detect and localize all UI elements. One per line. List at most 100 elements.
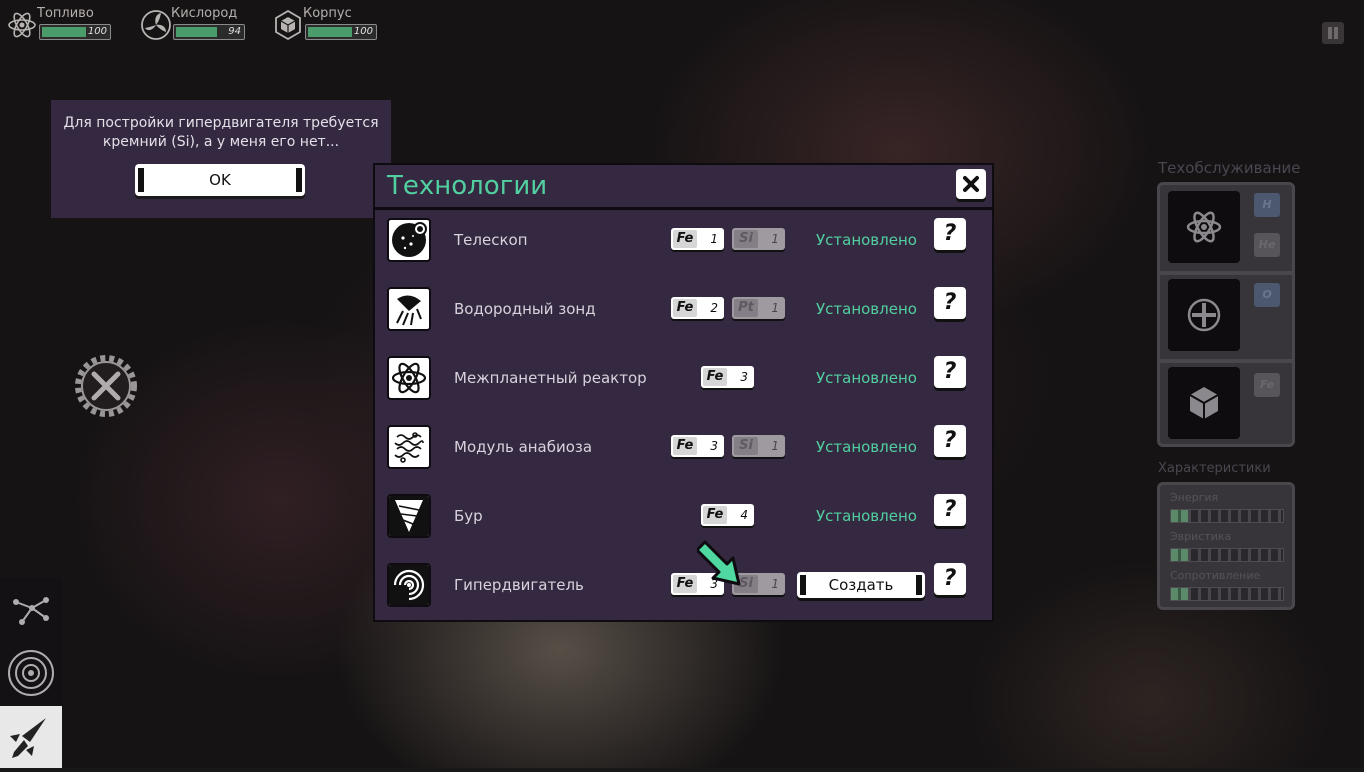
resource-symbol: Fe: [673, 437, 697, 455]
resource-symbol: Si: [734, 230, 758, 248]
fuel-stat: Топливо 100: [6, 6, 116, 42]
oxygen-bar: 94: [173, 24, 245, 40]
resource-symbol: Pt: [734, 299, 758, 317]
resource-amount: 1: [771, 439, 779, 453]
resistance-meter: [1170, 587, 1284, 601]
stasis-icon: [387, 425, 431, 469]
help-button[interactable]: ?: [934, 494, 966, 526]
resource-amount: 3: [710, 439, 718, 453]
tools-gear-icon[interactable]: [72, 352, 140, 420]
energy-meter: [1170, 509, 1284, 523]
message-text: Для постройки гипердвигателя требуется к…: [63, 115, 379, 150]
tech-name: Межпланетный реактор: [454, 369, 647, 387]
resource-amount: 1: [710, 232, 718, 246]
helium-chip: He: [1254, 233, 1280, 257]
fuel-value: 100: [87, 26, 107, 37]
telescope-icon: [387, 218, 431, 262]
create-label: Создать: [828, 576, 894, 594]
resource-cost-si: Si 1: [732, 435, 785, 457]
iron-chip: Fe: [1254, 373, 1280, 397]
resource-symbol: Fe: [673, 230, 697, 248]
fan-icon: [141, 10, 171, 40]
energy-label: Энергия: [1170, 491, 1219, 504]
hull-slot[interactable]: [1168, 367, 1240, 439]
characteristics-title: Характеристики: [1158, 461, 1271, 476]
resource-cost-fe: Fe 3: [671, 435, 724, 457]
fan-slot[interactable]: [1168, 279, 1240, 351]
tech-name: Бур: [454, 507, 483, 525]
ok-button[interactable]: OK: [135, 164, 305, 196]
resource-cost-fe: Fe 2: [671, 297, 724, 319]
help-button[interactable]: ?: [934, 425, 966, 457]
resource-symbol: Fe: [703, 368, 727, 386]
maintenance-title: Техобслуживание: [1158, 159, 1301, 177]
hyperdrive-icon: [387, 563, 431, 607]
tech-row: Бур Fe 4 Установлено?: [375, 494, 992, 554]
atom-slot[interactable]: [1168, 191, 1240, 263]
create-button[interactable]: Создать: [797, 572, 925, 598]
pointer-arrow-icon: [697, 540, 741, 586]
ok-label: OK: [209, 171, 231, 189]
close-button[interactable]: [956, 169, 986, 199]
fan-icon: [1187, 298, 1221, 332]
pause-button[interactable]: [1322, 22, 1344, 44]
panel-title: Технологии: [387, 171, 548, 201]
tech-row: Межпланетный реактор Fe 3 Установлено?: [375, 356, 992, 416]
resource-symbol: Fe: [673, 299, 697, 317]
tech-name: Гипердвигатель: [454, 576, 584, 594]
tech-name: Телескоп: [454, 231, 528, 249]
resource-symbol: Si: [734, 437, 758, 455]
star-map-button[interactable]: [0, 578, 62, 640]
install-status: Установлено: [816, 438, 917, 456]
oxygen-label: Кислород: [171, 6, 238, 21]
pause-icon: [1328, 27, 1332, 39]
help-button[interactable]: ?: [934, 287, 966, 319]
tech-row: Телескоп Fe 1 Si 1 Установлено?: [375, 218, 992, 278]
rocket-icon: [10, 718, 46, 758]
orbit-button[interactable]: [0, 642, 62, 704]
install-status: Установлено: [816, 369, 917, 387]
hull-label: Корпус: [303, 6, 352, 21]
heuristics-label: Эвристика: [1170, 530, 1232, 543]
resource-amount: 1: [771, 577, 779, 591]
technologies-panel: Технологии Телескоп Fe 1 Si 1 Установлено? Вод…: [373, 163, 994, 622]
resource-cost-fe: Fe 3: [701, 366, 754, 388]
characteristics-panel: Энергия Эвристика Сопротивление: [1157, 482, 1295, 610]
heuristics-meter: [1170, 548, 1284, 562]
resource-symbol: Fe: [673, 575, 697, 593]
resource-cost-fe: Fe 4: [701, 504, 754, 526]
resource-amount: 2: [710, 301, 718, 315]
drill-icon: [387, 494, 431, 538]
tech-name: Модуль анабиоза: [454, 438, 593, 456]
resource-cost-pt: Pt 1: [732, 297, 785, 319]
install-status: Установлено: [816, 507, 917, 525]
close-icon: [963, 176, 979, 192]
star-map-icon: [13, 597, 49, 625]
rocket-button[interactable]: [0, 706, 62, 768]
hexagon-cube-icon: [1189, 387, 1219, 419]
fuel-label: Топливо: [37, 6, 94, 21]
resource-amount: 1: [771, 232, 779, 246]
help-button[interactable]: ?: [934, 356, 966, 388]
maintenance-panel: H He O Fe: [1157, 182, 1295, 447]
orbit-icon: [8, 650, 54, 696]
hull-stat: Корпус 100: [272, 6, 382, 42]
hull-bar: 100: [305, 24, 377, 40]
fuel-bar: 100: [39, 24, 111, 40]
help-button[interactable]: ?: [934, 563, 966, 595]
resource-cost-fe: Fe 1: [671, 228, 724, 250]
message-dialog: Для постройки гипердвигателя требуется к…: [51, 100, 391, 218]
panel-header: Технологии: [375, 165, 992, 210]
resource-amount: 4: [740, 508, 748, 522]
oxygen-chip: O: [1254, 283, 1280, 307]
sidebar: [0, 578, 62, 768]
resistance-label: Сопротивление: [1170, 569, 1261, 582]
tech-name: Водородный зонд: [454, 300, 596, 318]
install-status: Установлено: [816, 300, 917, 318]
probe-icon: [387, 287, 431, 331]
help-button[interactable]: ?: [934, 218, 966, 250]
atom-icon: [8, 12, 36, 38]
resource-symbol: Fe: [703, 506, 727, 524]
tech-row: Водородный зонд Fe 2 Pt 1 Установлено?: [375, 287, 992, 347]
resource-amount: 3: [740, 370, 748, 384]
